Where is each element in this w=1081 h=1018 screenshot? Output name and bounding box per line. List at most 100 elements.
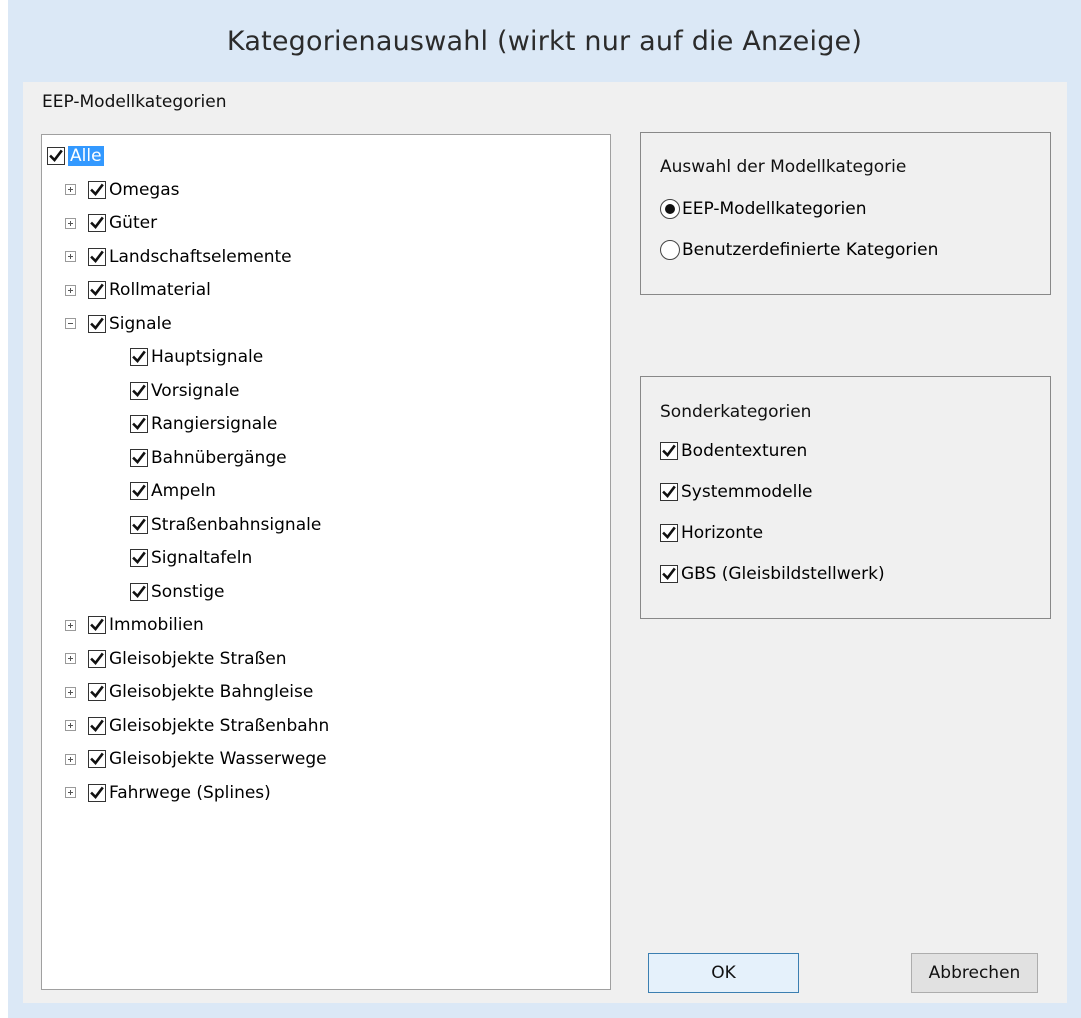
- special-category-item[interactable]: Bodentexturen: [660, 441, 807, 461]
- tree-item[interactable]: Hauptsignale: [130, 342, 263, 372]
- special-category-label: Bodentexturen: [681, 441, 808, 461]
- tree-item[interactable]: Omegas: [65, 175, 179, 205]
- tree-item-checkbox[interactable]: [88, 247, 106, 266]
- tree-item[interactable]: Landschaftselemente: [65, 242, 292, 272]
- tree-item-checkbox[interactable]: [88, 616, 106, 634]
- tree-item-label: Alle: [68, 146, 104, 166]
- tree-item-label: Gleisobjekte Bahngleise: [109, 682, 314, 702]
- checkmark-icon: [90, 216, 104, 230]
- tree-item-label: Bahnübergänge: [151, 447, 287, 468]
- tree-item-checkbox[interactable]: [130, 549, 148, 567]
- tree-item[interactable]: Gleisobjekte Wasserwege: [65, 744, 327, 774]
- tree-item-checkbox[interactable]: [88, 281, 106, 299]
- tree-item[interactable]: Bahnübergänge: [130, 443, 287, 473]
- tree-item[interactable]: Ampeln: [130, 476, 216, 506]
- tree-item-checkbox[interactable]: [88, 180, 106, 199]
- tree-item[interactable]: Gleisobjekte Straßenbahn: [65, 711, 329, 741]
- tree-group-label: EEP-Modellkategorien: [42, 92, 227, 112]
- checkmark-icon: [662, 567, 676, 581]
- tree-item[interactable]: Signaltafeln: [130, 543, 252, 573]
- tree-item-label: Immobilien: [109, 615, 204, 635]
- tree-item-checkbox[interactable]: [88, 783, 106, 802]
- tree-item-checkbox[interactable]: [88, 683, 106, 701]
- tree-item-checkbox[interactable]: [130, 515, 148, 534]
- tree-item-label: Gleisobjekte Straßen: [109, 648, 287, 669]
- tree-item[interactable]: Immobilien: [65, 610, 204, 640]
- checkmark-icon: [662, 485, 676, 499]
- tree-item-checkbox[interactable]: [88, 716, 106, 735]
- expand-icon[interactable]: [65, 284, 76, 296]
- category-mode-option[interactable]: Benutzerdefinierte Kategorien: [660, 240, 938, 260]
- tree-item-label: Signaltafeln: [151, 548, 253, 568]
- tree-item-checkbox[interactable]: [88, 649, 106, 668]
- checkmark-icon: [132, 551, 146, 565]
- category-mode-option[interactable]: EEP-Modellkategorien: [660, 199, 867, 219]
- tree-item-checkbox[interactable]: [130, 448, 148, 467]
- checkmark-icon: [90, 685, 104, 699]
- tree-item[interactable]: Güter: [65, 208, 157, 238]
- tree-item-label: Gleisobjekte Wasserwege: [109, 749, 327, 769]
- tree-item[interactable]: Gleisobjekte Straßen: [65, 644, 287, 674]
- expand-icon[interactable]: [65, 217, 76, 229]
- tree-item-checkbox[interactable]: [88, 750, 106, 768]
- special-category-checkbox[interactable]: [660, 565, 678, 583]
- dialog-client-area: EEP-Modellkategorien Alle Omegas Güter Land…: [23, 82, 1067, 1003]
- category-tree[interactable]: Alle Omegas Güter Landschaftselemente Rollma…: [41, 134, 611, 990]
- tree-item-label: Signale: [109, 313, 172, 334]
- radio-button[interactable]: [660, 199, 680, 219]
- dialog-title: Kategorienauswahl (wirkt nur auf die Anz…: [226, 25, 863, 57]
- tree-item-checkbox[interactable]: [130, 582, 148, 601]
- radio-label: EEP-Modellkategorien: [682, 199, 867, 219]
- checkmark-icon: [132, 518, 146, 532]
- tree-item[interactable]: Sonstige: [130, 577, 224, 607]
- special-categories-panel: Sonderkategorien Bodentexturen Systemmode…: [640, 376, 1051, 619]
- tree-item-checkbox[interactable]: [47, 147, 65, 165]
- tree-item[interactable]: Vorsignale: [130, 376, 239, 406]
- category-mode-panel: Auswahl der Modellkategorie EEP-Modellka…: [640, 132, 1051, 295]
- checkmark-icon: [662, 526, 676, 540]
- checkmark-icon: [90, 250, 104, 264]
- checkmark-icon: [132, 451, 146, 465]
- checkmark-icon: [132, 384, 146, 398]
- tree-item-checkbox[interactable]: [88, 214, 106, 232]
- cancel-button[interactable]: Abbrechen: [911, 953, 1038, 993]
- checkmark-icon: [132, 484, 146, 498]
- checkmark-icon: [90, 652, 104, 666]
- tree-item[interactable]: Fahrwege (Splines): [65, 778, 271, 808]
- dialog-window: Kategorienauswahl (wirkt nur auf die Anz…: [8, 0, 1081, 1018]
- tree-item[interactable]: Gleisobjekte Bahngleise: [65, 677, 313, 707]
- special-category-checkbox[interactable]: [660, 524, 678, 542]
- radio-button[interactable]: [660, 240, 680, 260]
- expand-icon[interactable]: [65, 251, 76, 262]
- collapse-icon[interactable]: [65, 318, 76, 329]
- checkmark-icon: [49, 149, 63, 163]
- expand-icon[interactable]: [65, 184, 76, 195]
- tree-item-checkbox[interactable]: [130, 348, 148, 366]
- tree-item[interactable]: Straßenbahnsignale: [130, 510, 321, 540]
- expand-icon[interactable]: [65, 753, 76, 765]
- tree-item-checkbox[interactable]: [130, 415, 148, 433]
- special-category-label: Systemmodelle: [681, 482, 813, 502]
- special-category-checkbox[interactable]: [660, 442, 678, 460]
- expand-icon[interactable]: [65, 653, 76, 664]
- ok-button[interactable]: OK: [648, 953, 799, 993]
- tree-item[interactable]: Rangiersignale: [130, 409, 277, 439]
- expand-icon[interactable]: [65, 619, 76, 631]
- tree-item[interactable]: Alle: [47, 141, 104, 171]
- special-category-label: GBS (Gleisbildstellwerk): [681, 564, 885, 584]
- tree-item[interactable]: Signale: [65, 309, 172, 339]
- special-category-item[interactable]: Systemmodelle: [660, 482, 813, 502]
- tree-item-checkbox[interactable]: [130, 381, 148, 400]
- checkmark-icon: [132, 417, 146, 431]
- special-category-checkbox[interactable]: [660, 483, 678, 501]
- tree-item-label: Fahrwege (Splines): [109, 782, 271, 803]
- expand-icon[interactable]: [65, 720, 76, 731]
- special-category-item[interactable]: GBS (Gleisbildstellwerk): [660, 564, 885, 584]
- tree-item[interactable]: Rollmaterial: [65, 275, 211, 305]
- tree-item-checkbox[interactable]: [130, 482, 148, 500]
- special-category-item[interactable]: Horizonte: [660, 523, 763, 543]
- expand-icon[interactable]: [65, 787, 76, 798]
- checkmark-icon: [90, 786, 104, 800]
- expand-icon[interactable]: [65, 686, 76, 698]
- tree-item-checkbox[interactable]: [88, 314, 106, 333]
